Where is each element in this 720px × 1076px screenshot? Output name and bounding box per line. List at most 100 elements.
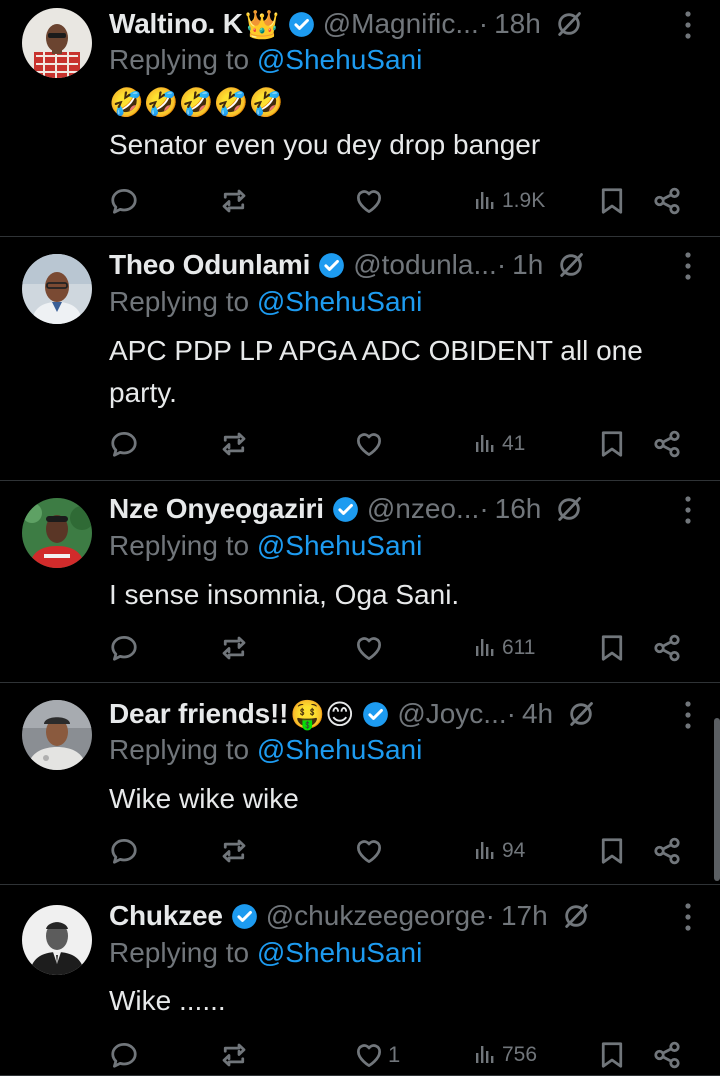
like-button[interactable]: [354, 631, 384, 665]
views-button[interactable]: 41: [474, 427, 525, 461]
reply-tweet[interactable]: Nze Onyeọgaziri @nzeo... · 16h Replying to …: [0, 481, 720, 683]
author-name[interactable]: Dear friends!!: [109, 698, 288, 730]
mention-link[interactable]: @ShehuSani: [257, 530, 422, 561]
timestamp[interactable]: 1h: [512, 249, 543, 281]
bookmark-button[interactable]: [597, 834, 627, 868]
views-count: 611: [502, 636, 536, 659]
views-button[interactable]: 94: [474, 834, 525, 868]
repost-button[interactable]: [219, 631, 249, 665]
author-handle[interactable]: @chukzeegeorge: [266, 900, 486, 932]
author-name[interactable]: Chukzee: [109, 900, 223, 932]
bookmark-icon: [597, 429, 627, 459]
reply-tweet[interactable]: Theo Odunlami @todunla... · 1h Replying to …: [0, 237, 720, 481]
views-button[interactable]: 1.9K: [474, 184, 545, 218]
share-button[interactable]: [652, 184, 682, 218]
avatar[interactable]: [22, 254, 92, 324]
like-button[interactable]: [354, 427, 384, 461]
bookmark-icon: [597, 633, 627, 663]
mention-link[interactable]: @ShehuSani: [257, 937, 422, 968]
timestamp[interactable]: 18h: [494, 8, 541, 40]
avatar[interactable]: [22, 498, 92, 568]
timestamp[interactable]: 4h: [522, 698, 553, 730]
tweet-actions: 41: [109, 427, 696, 461]
reply-icon: [109, 633, 139, 663]
repost-button[interactable]: [219, 834, 249, 868]
views-icon: [474, 839, 498, 863]
share-button[interactable]: [652, 631, 682, 665]
mention-link[interactable]: @ShehuSani: [257, 286, 422, 317]
more-icon[interactable]: [684, 10, 692, 40]
separator-dot: ·: [506, 698, 516, 729]
bookmark-button[interactable]: [597, 427, 627, 461]
author-name[interactable]: Nze Onyeọgaziri: [109, 493, 324, 525]
author-handle[interactable]: @Magnific...: [323, 8, 479, 40]
reply-button[interactable]: [109, 184, 139, 218]
bookmark-button[interactable]: [597, 631, 627, 665]
replying-to: Replying to @ShehuSani: [109, 734, 422, 766]
reply-tweet[interactable]: Waltino. K 👑 @Magnific... · 18h Replying to …: [0, 0, 720, 237]
bookmark-button[interactable]: [597, 1038, 627, 1072]
author-name[interactable]: Theo Odunlami: [109, 249, 310, 281]
scrollbar[interactable]: [714, 718, 720, 881]
mention-link[interactable]: @ShehuSani: [257, 44, 422, 75]
views-button[interactable]: 611: [474, 631, 535, 665]
timestamp[interactable]: 17h: [501, 900, 548, 932]
like-count: 1: [388, 1042, 401, 1067]
like-icon: [354, 1040, 384, 1070]
muted-icon[interactable]: [555, 10, 583, 38]
bookmark-button[interactable]: [597, 184, 627, 218]
repost-icon: [219, 429, 249, 459]
bookmark-icon: [597, 1040, 627, 1070]
verified-icon: [318, 252, 345, 279]
verified-icon: [362, 701, 389, 728]
more-icon[interactable]: [684, 495, 692, 525]
reply-button[interactable]: [109, 427, 139, 461]
separator-dot: ·: [496, 249, 507, 280]
tweet-text: APC PDP LP APGA ADC OBIDENT all one part…: [109, 335, 643, 408]
tweet-actions: 1 756: [109, 1038, 696, 1072]
repost-button[interactable]: [219, 184, 249, 218]
muted-icon[interactable]: [567, 700, 595, 728]
more-icon[interactable]: [684, 902, 692, 932]
avatar[interactable]: [22, 905, 92, 975]
mention-link[interactable]: @ShehuSani: [257, 734, 422, 765]
more-icon[interactable]: [684, 700, 692, 730]
author-handle[interactable]: @todunla...: [353, 249, 497, 281]
separator-dot: ·: [485, 900, 495, 931]
author-handle[interactable]: @nzeo...: [367, 493, 479, 525]
repost-icon: [219, 836, 249, 866]
muted-icon[interactable]: [562, 902, 590, 930]
reply-button[interactable]: [109, 631, 139, 665]
views-count: 756: [502, 1043, 538, 1066]
avatar[interactable]: [22, 8, 92, 78]
share-button[interactable]: [652, 1038, 682, 1072]
muted-icon[interactable]: [555, 495, 583, 523]
repost-button[interactable]: [219, 427, 249, 461]
reply-button[interactable]: [109, 834, 139, 868]
share-icon: [652, 836, 682, 866]
share-icon: [652, 429, 682, 459]
like-button[interactable]: [354, 834, 384, 868]
like-button[interactable]: [354, 184, 384, 218]
share-button[interactable]: [652, 834, 682, 868]
reply-icon: [109, 186, 139, 216]
views-icon: [474, 432, 498, 456]
verified-icon: [332, 496, 359, 523]
separator-dot: ·: [479, 493, 489, 524]
like-button[interactable]: 1: [354, 1038, 400, 1072]
author-handle[interactable]: @Joyc...: [397, 698, 506, 730]
muted-icon[interactable]: [557, 251, 585, 279]
views-count: 41: [502, 432, 526, 455]
repost-button[interactable]: [219, 1038, 249, 1072]
timestamp[interactable]: 16h: [495, 493, 542, 525]
tweet-text: Wike wike wike: [109, 783, 299, 814]
reply-tweet[interactable]: Dear friends!! 🤑😊 @Joyc... · 4h Replying to …: [0, 683, 720, 885]
views-button[interactable]: 756: [474, 1038, 537, 1072]
name-emoji: 👑: [244, 8, 280, 40]
author-name[interactable]: Waltino. K: [109, 8, 243, 40]
more-icon[interactable]: [684, 251, 692, 281]
reply-tweet[interactable]: Chukzee @chukzeegeorge · 17h Replying to @S…: [0, 885, 720, 1076]
share-button[interactable]: [652, 427, 682, 461]
reply-button[interactable]: [109, 1038, 139, 1072]
avatar[interactable]: [22, 700, 92, 770]
